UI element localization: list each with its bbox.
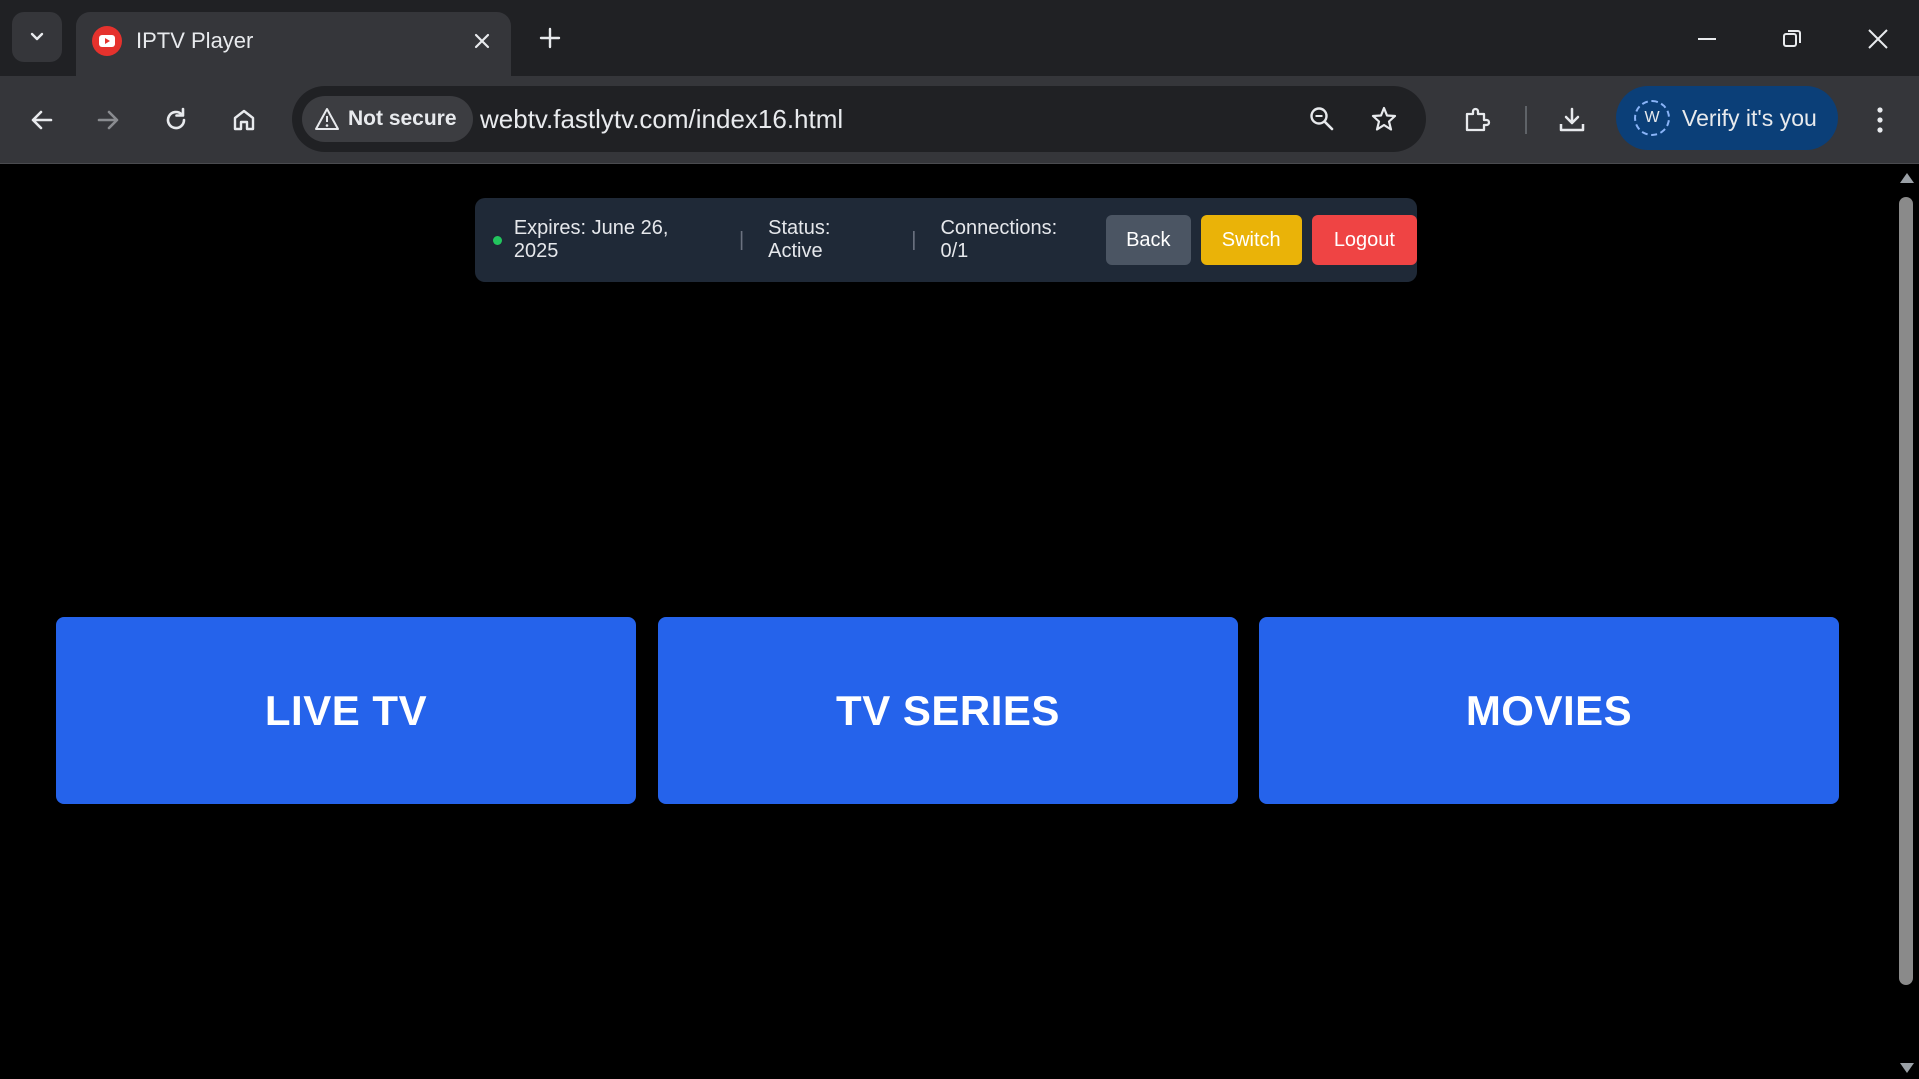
browser-tab[interactable]: IPTV Player (76, 12, 511, 76)
live-tv-tile[interactable]: LIVE TV (56, 617, 636, 804)
url-text[interactable]: webtv.fastlytv.com/index16.html (480, 102, 843, 136)
tab-close-button[interactable] (467, 26, 497, 56)
close-icon (474, 33, 490, 49)
movies-tile[interactable]: MOVIES (1259, 617, 1839, 804)
kebab-menu-icon (1877, 107, 1883, 133)
scroll-up-arrow-icon[interactable] (1900, 173, 1914, 183)
menu-button[interactable] (1856, 96, 1904, 144)
arrow-left-icon (31, 110, 53, 130)
home-icon (233, 109, 255, 131)
verify-label: Verify it's you (1682, 104, 1817, 131)
tab-strip: IPTV Player (0, 0, 1919, 76)
reload-button[interactable] (152, 96, 200, 144)
status-text: Status: Active (768, 217, 831, 262)
toolbar-separator (1525, 106, 1527, 134)
zoom-button[interactable] (1298, 95, 1346, 143)
scroll-thumb[interactable] (1899, 197, 1913, 985)
back-button[interactable]: Back (1106, 215, 1191, 265)
tv-series-tile[interactable]: TV SERIES (658, 617, 1238, 804)
minimize-icon (1698, 38, 1716, 40)
forward-nav-button[interactable] (84, 96, 132, 144)
back-nav-button[interactable] (18, 96, 66, 144)
scrollbar[interactable] (1893, 165, 1919, 1079)
page-content: Expires: June 26, 2025 | Status: Active … (0, 165, 1893, 1079)
expires-text: Expires: June 26, 2025 (513, 217, 669, 262)
connections-text: Connections: 0/1 (940, 217, 1058, 262)
account-status-bar: Expires: June 26, 2025 | Status: Active … (475, 198, 1417, 282)
verify-profile-button[interactable]: W Verify it's you (1616, 86, 1838, 150)
security-label: Not secure (348, 107, 457, 130)
download-icon (1559, 107, 1585, 132)
logout-button[interactable]: Logout (1311, 215, 1417, 265)
arrow-right-icon (97, 110, 119, 130)
puzzle-icon (1465, 107, 1491, 132)
extensions-button[interactable] (1453, 96, 1501, 144)
restore-button[interactable] (1767, 14, 1817, 64)
star-icon (1371, 106, 1397, 131)
chevron-down-icon (30, 32, 44, 41)
avatar: W (1634, 100, 1670, 136)
downloads-button[interactable] (1548, 96, 1596, 144)
warning-icon (315, 108, 339, 130)
zoom-icon (1310, 107, 1334, 131)
separator: | (911, 228, 917, 251)
site-info-chip[interactable]: Not secure (302, 96, 473, 142)
status-dot (493, 235, 502, 245)
tv-favicon-icon (92, 26, 122, 56)
plus-icon (539, 27, 561, 49)
close-icon (1868, 29, 1888, 49)
reload-icon (166, 107, 186, 130)
browser-toolbar: Not secure webtv.fastlytv.com/index16.ht… (0, 76, 1919, 164)
new-tab-button[interactable] (530, 18, 570, 58)
switch-button[interactable]: Switch (1200, 215, 1302, 265)
minimize-button[interactable] (1682, 14, 1732, 64)
bookmark-button[interactable] (1360, 95, 1408, 143)
home-button[interactable] (220, 96, 268, 144)
close-window-button[interactable] (1853, 14, 1903, 64)
restore-icon (1783, 30, 1801, 47)
scroll-down-arrow-icon[interactable] (1900, 1063, 1914, 1073)
tab-search-button[interactable] (12, 12, 62, 62)
tab-title: IPTV Player (136, 28, 254, 53)
address-bar[interactable]: Not secure webtv.fastlytv.com/index16.ht… (292, 86, 1426, 152)
separator: | (738, 228, 745, 251)
